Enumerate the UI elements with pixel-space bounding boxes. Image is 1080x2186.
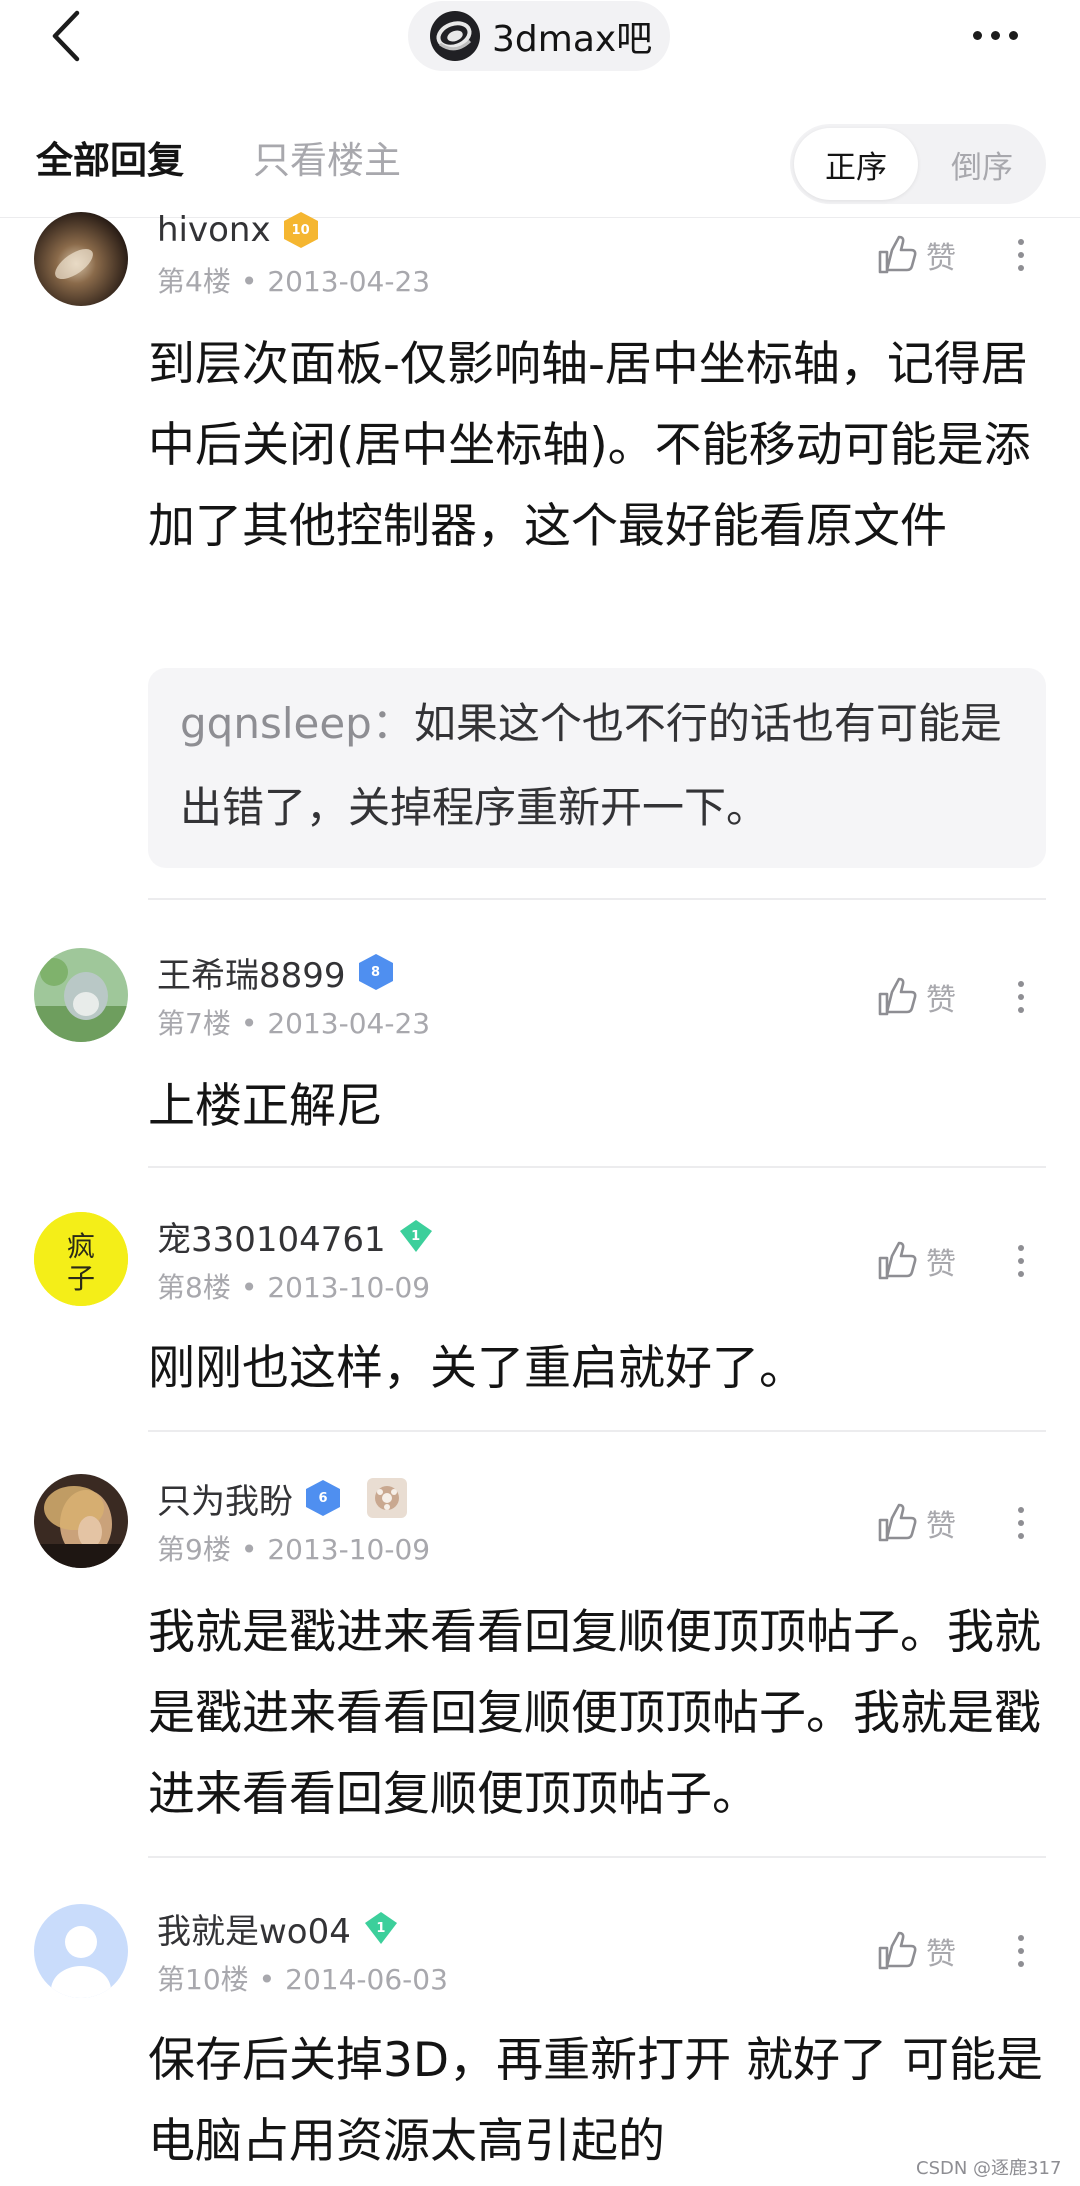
reply-item: 王希瑞8899 8 第7楼 • 2013-04-23 赞 上楼正解尼 (0, 900, 1080, 1168)
avatar[interactable]: 疯 子 (34, 1212, 128, 1306)
more-vertical-icon (1018, 239, 1024, 271)
top-navigation-bar: 3dmax吧 (0, 0, 1080, 72)
thumbs-up-icon (878, 1931, 917, 1970)
floor-date: 第9楼 • 2013-10-09 (157, 1533, 431, 1566)
thumbs-up-icon (878, 977, 917, 1016)
level-badge-icon: 10 (281, 210, 321, 250)
floor-date: 第4楼 • 2013-04-23 (157, 265, 431, 298)
like-button[interactable]: 赞 (876, 1926, 972, 1976)
level-badge-icon: 6 (303, 1478, 343, 1518)
reply-item: 疯 子 宠330104761 1 第8楼 • 2013-10-09 赞 刚刚也这样，… (0, 1168, 1080, 1432)
username[interactable]: 宠330104761 (157, 1212, 386, 1261)
reply-item: 我就是wo04 1 第10楼 • 2014-06-03 赞 保存后关掉3D，再重新打… (0, 1860, 1080, 2186)
avatar[interactable] (34, 948, 128, 1042)
watermark: CSDN @逐鹿317 (916, 2158, 1062, 2179)
reply-content: 上楼正解尼 (148, 1079, 383, 1134)
user-row: hivonx 10 (157, 208, 321, 252)
forum-name: 3dmax吧 (492, 19, 653, 60)
user-row: 只为我盼 6 (157, 1474, 407, 1523)
username[interactable]: 王希瑞8899 (157, 948, 346, 997)
avatar[interactable] (34, 212, 128, 306)
like-button[interactable]: 赞 (876, 230, 972, 280)
user-row: 我就是wo04 1 (157, 1904, 401, 1953)
avatar[interactable] (34, 1904, 128, 1998)
forum-title-pill[interactable]: 3dmax吧 (408, 1, 670, 71)
floor-date: 第7楼 • 2013-04-23 (157, 1007, 431, 1040)
level-badge-icon: 1 (396, 1216, 436, 1256)
thumbs-up-icon (878, 235, 917, 274)
reply-content: 刚刚也这样，关了重启就好了。 (148, 1341, 806, 1396)
chevron-left-icon (52, 10, 80, 62)
thumbs-up-icon (878, 1241, 917, 1280)
user-row: 宠330104761 1 (157, 1212, 436, 1261)
avatar[interactable] (34, 1474, 128, 1568)
level-badge-icon: 1 (361, 1908, 401, 1948)
reply-content: 到层次面板-仅影响轴-居中坐标轴，记得居中后关闭(居中坐标轴)。不能移动可能是添… (148, 337, 1031, 554)
username[interactable]: hivonx (157, 210, 271, 250)
like-button[interactable]: 赞 (876, 1236, 972, 1286)
floor-date: 第8楼 • 2013-10-09 (157, 1271, 431, 1304)
more-options-button[interactable] (960, 10, 1030, 60)
user-row: 王希瑞8899 8 (157, 948, 396, 997)
reply-item: hivonx 10 第4楼 • 2013-04-23 赞 到层次面板-仅影响轴-居中… (0, 160, 1080, 900)
username[interactable]: 只为我盼 (157, 1474, 293, 1523)
reply-more-button[interactable] (1008, 230, 1034, 280)
more-vertical-icon (1018, 1935, 1024, 1967)
reply-more-button[interactable] (1008, 1236, 1034, 1286)
reply-content: 保存后关掉3D，再重新打开 就好了 可能是电脑占用资源太高引起的 (148, 2033, 1043, 2169)
medal-icon (367, 1478, 407, 1518)
reply-content: 我就是戳进来看看回复顺便顶顶帖子。我就是戳进来看看回复顺便顶顶帖子。我就是戳进来… (148, 1605, 1041, 1822)
sub-reply-username[interactable]: gqnsleep： (180, 699, 414, 748)
like-button[interactable]: 赞 (876, 972, 972, 1022)
reply-item: 只为我盼 6 第9楼 • 2013-10-09 赞 我就是戳进来看看回复顺便顶顶帖子… (0, 1432, 1080, 1860)
back-button[interactable] (40, 8, 92, 64)
reply-more-button[interactable] (1008, 972, 1034, 1022)
like-button[interactable]: 赞 (876, 1498, 972, 1548)
more-vertical-icon (1018, 981, 1024, 1013)
floor-date: 第10楼 • 2014-06-03 (157, 1963, 448, 1996)
more-horizontal-icon (972, 30, 1018, 40)
sub-reply[interactable]: gqnsleep：如果这个也不行的话也有可能是出错了，关掉程序重新开一下。 (148, 668, 1046, 868)
svg-text:疯: 疯 (67, 1230, 95, 1263)
divider (148, 1856, 1046, 1858)
more-vertical-icon (1018, 1507, 1024, 1539)
thumbs-up-icon (878, 1503, 917, 1542)
more-vertical-icon (1018, 1245, 1024, 1277)
svg-text:子: 子 (67, 1262, 95, 1295)
reply-more-button[interactable] (1008, 1498, 1034, 1548)
username[interactable]: 我就是wo04 (157, 1904, 351, 1953)
forum-logo (430, 11, 480, 61)
level-badge-icon: 8 (356, 952, 396, 992)
reply-more-button[interactable] (1008, 1926, 1034, 1976)
